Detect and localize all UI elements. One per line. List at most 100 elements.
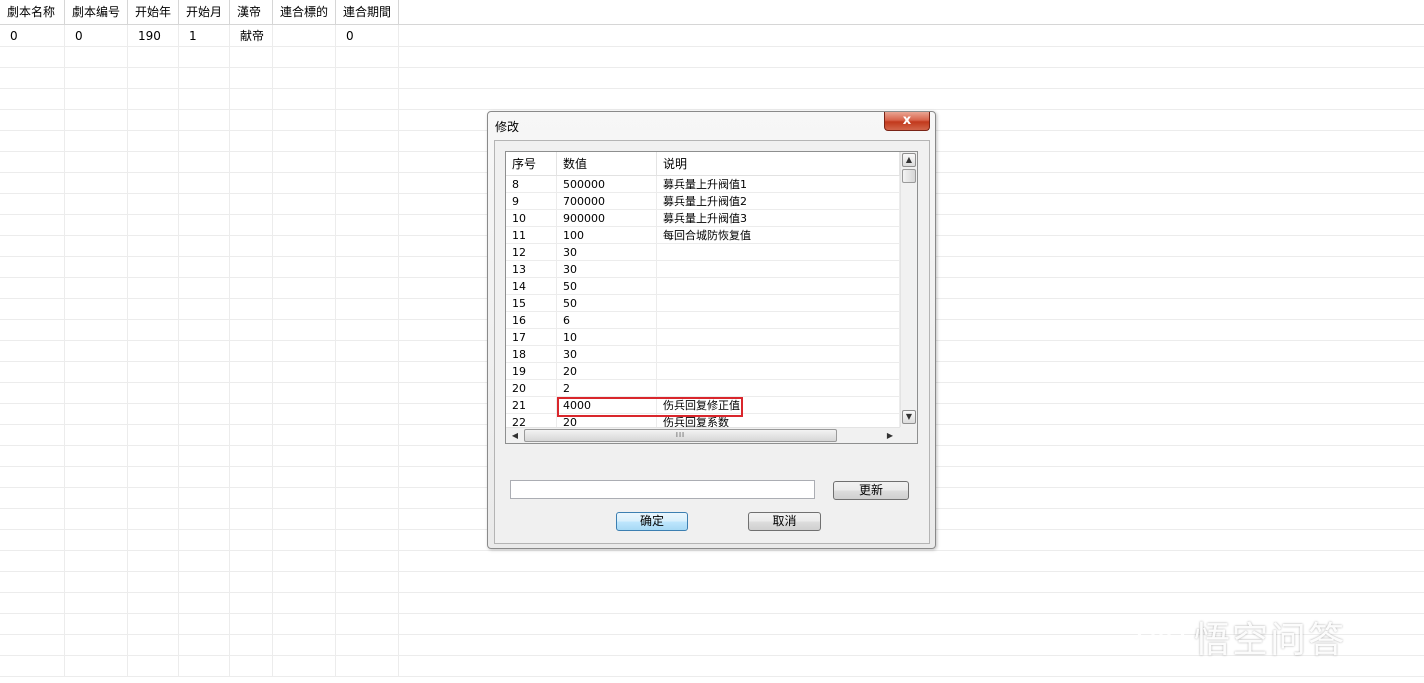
- table-cell[interactable]: [65, 214, 128, 235]
- horizontal-scrollbar[interactable]: ◀ III ▶: [506, 427, 900, 443]
- table-cell[interactable]: [336, 151, 399, 172]
- table-cell[interactable]: [179, 634, 230, 655]
- table-cell[interactable]: [336, 109, 399, 130]
- table-cell[interactable]: [128, 634, 179, 655]
- column-header[interactable]: 連合期間: [336, 0, 399, 24]
- table-cell[interactable]: [336, 445, 399, 466]
- table-cell[interactable]: [128, 256, 179, 277]
- table-cell[interactable]: [179, 508, 230, 529]
- table-cell[interactable]: [0, 235, 65, 256]
- table-cell[interactable]: [230, 46, 273, 67]
- table-cell[interactable]: [336, 214, 399, 235]
- table-cell[interactable]: [179, 298, 230, 319]
- table-cell[interactable]: [179, 172, 230, 193]
- table-cell[interactable]: 献帝: [230, 25, 273, 46]
- table-cell[interactable]: [0, 571, 65, 592]
- table-cell[interactable]: [273, 256, 336, 277]
- list-item[interactable]: 19 20: [506, 363, 900, 380]
- column-header-description[interactable]: 说明: [657, 152, 900, 175]
- table-cell[interactable]: [179, 277, 230, 298]
- table-cell[interactable]: [336, 130, 399, 151]
- value-input[interactable]: [510, 480, 815, 499]
- table-cell[interactable]: [273, 151, 336, 172]
- table-cell[interactable]: [230, 466, 273, 487]
- table-cell[interactable]: [0, 487, 65, 508]
- table-cell[interactable]: [65, 613, 128, 634]
- table-cell[interactable]: [128, 424, 179, 445]
- table-cell[interactable]: [179, 109, 230, 130]
- table-cell[interactable]: [336, 613, 399, 634]
- table-cell[interactable]: 0: [336, 25, 399, 46]
- table-cell[interactable]: [128, 130, 179, 151]
- table-cell[interactable]: [65, 256, 128, 277]
- table-cell[interactable]: [128, 340, 179, 361]
- table-cell[interactable]: 190: [128, 25, 179, 46]
- table-cell[interactable]: [65, 172, 128, 193]
- column-header[interactable]: 連合標的: [273, 0, 336, 24]
- table-cell[interactable]: [65, 277, 128, 298]
- table-cell[interactable]: [179, 466, 230, 487]
- scroll-left-button[interactable]: ◀: [508, 429, 522, 442]
- table-row[interactable]: 0 0 190 1 献帝 0: [0, 25, 1424, 47]
- table-cell[interactable]: [128, 172, 179, 193]
- table-cell[interactable]: [230, 214, 273, 235]
- table-cell[interactable]: [179, 424, 230, 445]
- table-cell[interactable]: [230, 382, 273, 403]
- table-cell[interactable]: [128, 277, 179, 298]
- table-cell[interactable]: [230, 487, 273, 508]
- column-header-index[interactable]: 序号: [506, 152, 557, 175]
- table-cell[interactable]: [273, 634, 336, 655]
- table-cell[interactable]: [128, 466, 179, 487]
- table-cell[interactable]: [273, 424, 336, 445]
- table-cell[interactable]: [179, 151, 230, 172]
- table-cell[interactable]: [0, 67, 65, 88]
- table-cell[interactable]: [0, 361, 65, 382]
- table-cell[interactable]: [179, 655, 230, 676]
- horizontal-scroll-thumb[interactable]: III: [524, 429, 837, 442]
- table-cell[interactable]: [230, 424, 273, 445]
- list-item[interactable]: 15 50: [506, 295, 900, 312]
- table-cell[interactable]: [179, 46, 230, 67]
- table-cell[interactable]: 1: [179, 25, 230, 46]
- table-cell[interactable]: [336, 403, 399, 424]
- list-item[interactable]: 13 30: [506, 261, 900, 278]
- table-cell[interactable]: [0, 256, 65, 277]
- table-cell[interactable]: [230, 193, 273, 214]
- table-cell[interactable]: [336, 277, 399, 298]
- list-item[interactable]: 8 500000 募兵量上升阀值1: [506, 176, 900, 193]
- list-item[interactable]: 17 10: [506, 329, 900, 346]
- table-cell[interactable]: [336, 592, 399, 613]
- list-item[interactable]: 14 50: [506, 278, 900, 295]
- table-cell[interactable]: [65, 445, 128, 466]
- table-cell[interactable]: [179, 550, 230, 571]
- table-cell[interactable]: [65, 466, 128, 487]
- table-cell[interactable]: [0, 151, 65, 172]
- table-cell[interactable]: [273, 88, 336, 109]
- table-cell[interactable]: [65, 571, 128, 592]
- table-cell[interactable]: [230, 592, 273, 613]
- list-item[interactable]: 18 30: [506, 346, 900, 363]
- table-row[interactable]: [0, 571, 1424, 593]
- table-row[interactable]: [0, 88, 1424, 110]
- table-cell[interactable]: [230, 403, 273, 424]
- vertical-scrollbar[interactable]: ▲ ▼: [900, 152, 917, 427]
- table-cell[interactable]: [273, 130, 336, 151]
- table-cell[interactable]: [336, 88, 399, 109]
- table-cell[interactable]: [273, 466, 336, 487]
- table-cell[interactable]: [336, 487, 399, 508]
- table-cell[interactable]: [179, 571, 230, 592]
- table-row[interactable]: [0, 46, 1424, 68]
- vertical-scroll-thumb[interactable]: [902, 169, 916, 183]
- table-cell[interactable]: [128, 46, 179, 67]
- table-cell[interactable]: [230, 529, 273, 550]
- table-cell[interactable]: [128, 529, 179, 550]
- table-cell[interactable]: [65, 151, 128, 172]
- table-cell[interactable]: [230, 88, 273, 109]
- table-cell[interactable]: [0, 613, 65, 634]
- table-cell[interactable]: [0, 592, 65, 613]
- parameter-list[interactable]: 序号 数值 说明 8 500000 募兵量上升阀值1 9 700000 募兵量上升阀值2 1…: [505, 151, 918, 444]
- table-cell[interactable]: [273, 319, 336, 340]
- table-cell[interactable]: [0, 655, 65, 676]
- table-cell[interactable]: [336, 571, 399, 592]
- table-cell[interactable]: [65, 550, 128, 571]
